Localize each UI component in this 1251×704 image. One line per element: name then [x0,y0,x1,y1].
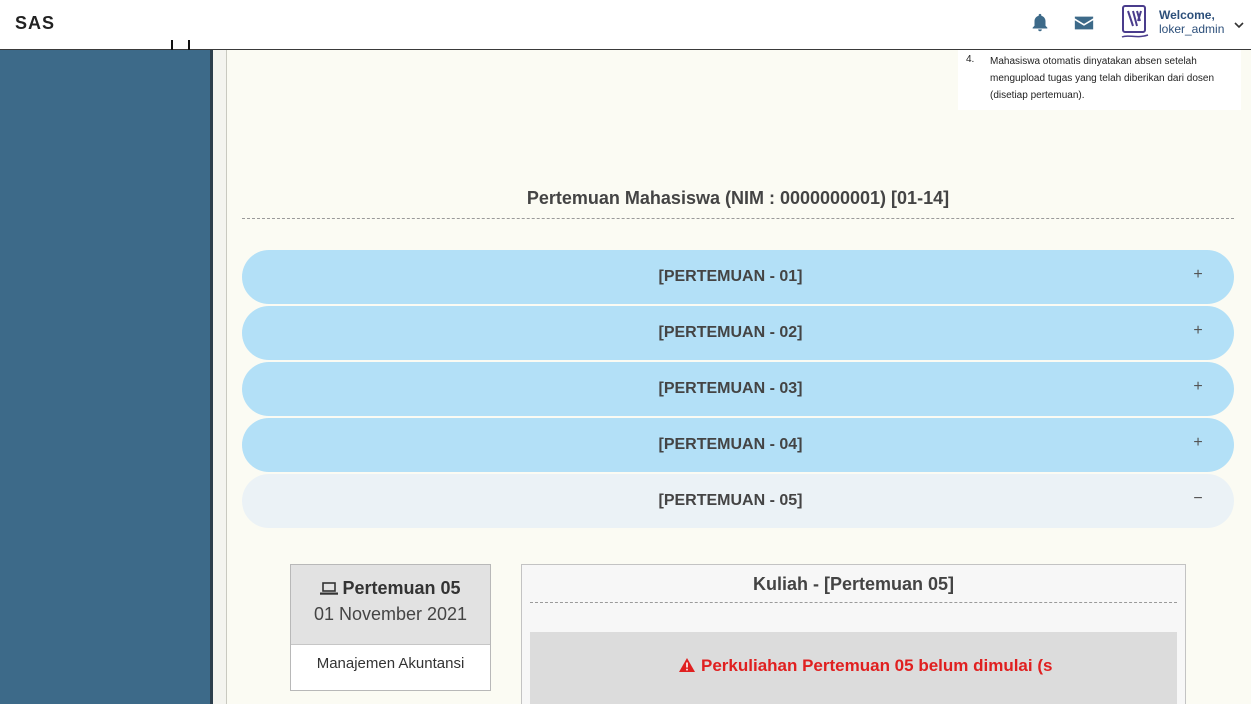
accordion-label: [PERTEMUAN - 01] [658,268,803,285]
alert-message: Perkuliahan Pertemuan 05 belum dimulai (… [678,656,1072,676]
card-title: Pertemuan 05 [291,578,490,599]
user-greeting[interactable]: Welcome, loker_admin [1159,8,1224,36]
expand-icon[interactable]: + [1190,266,1206,284]
alert-text: Perkuliahan Pertemuan 05 belum dimulai (… [701,656,1053,675]
bell-icon[interactable] [1029,12,1053,36]
meeting-info-card: Pertemuan 05 01 November 2021 Manajemen … [290,564,491,691]
brand-logo[interactable]: SAS [15,13,55,34]
card-date: 01 November 2021 [313,604,468,624]
panel-title: Kuliah - [Pertemuan 05] [752,574,955,594]
sidebar [0,50,210,704]
accordion-pertemuan-02[interactable]: [PERTEMUAN - 02] + [242,306,1234,360]
envelope-icon[interactable] [1073,12,1097,36]
accordion-label: [PERTEMUAN - 03] [658,380,803,397]
top-navbar: SAS Welcome, loker_admin [0,0,1251,50]
expand-icon[interactable]: + [1190,322,1206,340]
expand-icon[interactable]: + [1190,434,1206,452]
card-header: Pertemuan 05 01 November 2021 [291,565,490,645]
warning-icon [679,658,695,672]
expand-icon[interactable]: + [1190,378,1206,396]
accordion-label: [PERTEMUAN - 02] [658,324,803,341]
chevron-down-icon[interactable] [1233,17,1245,29]
username-label: loker_admin [1159,22,1225,36]
accordion-pertemuan-04[interactable]: [PERTEMUAN - 04] + [242,418,1234,472]
welcome-label: Welcome, [1159,8,1215,22]
collapse-icon[interactable]: − [1190,490,1206,508]
panel-divider [530,602,1177,603]
accordion-pertemuan-05[interactable]: [PERTEMUAN - 05] − [242,474,1234,528]
instruction-notes: 4. Mahasiswa otomatis dinyatakan absen s… [958,50,1241,110]
title-divider [242,218,1234,219]
accordion-label: [PERTEMUAN - 04] [658,436,803,453]
laptop-icon [320,582,339,595]
sidebar-divider [210,50,213,704]
accordion-label: [PERTEMUAN - 05] [658,492,803,509]
accordion-pertemuan-01[interactable]: [PERTEMUAN - 01] + [242,250,1234,304]
lecture-panel: Kuliah - [Pertemuan 05] Perkuliahan Pert… [521,564,1186,704]
note-text: Mahasiswa otomatis dinyatakan absen sete… [990,56,1215,101]
card-title-text: Pertemuan 05 [342,578,461,598]
section-title: Pertemuan Mahasiswa (NIM : 0000000001) [… [526,188,950,208]
avatar[interactable] [1120,4,1150,42]
accordion-pertemuan-03[interactable]: [PERTEMUAN - 03] + [242,362,1234,416]
note-number: 4. [966,54,975,65]
course-name: Manajemen Akuntansi [316,655,465,672]
sidebar-toggle[interactable] [171,40,191,50]
alert-box: Perkuliahan Pertemuan 05 belum dimulai (… [530,632,1177,704]
